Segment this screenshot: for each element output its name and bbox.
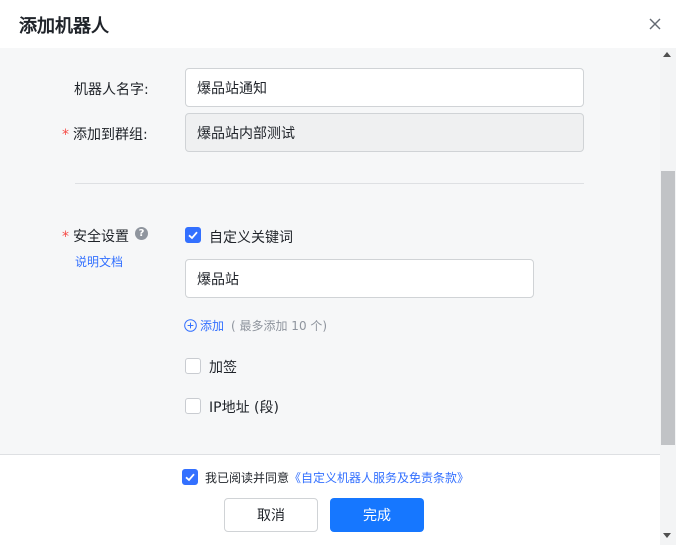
keyword-option-label: 自定义关键词	[209, 230, 293, 246]
keyword-input[interactable]: 爆品站	[185, 259, 534, 298]
cancel-button[interactable]: 取消	[224, 498, 318, 532]
add-keyword-hint: ( 最多添加 10 个)	[231, 319, 328, 333]
doc-link[interactable]: 说明文档	[75, 253, 123, 270]
group-field: 爆品站内部测试	[185, 113, 584, 152]
scroll-up-icon[interactable]	[663, 52, 671, 57]
close-icon[interactable]	[644, 13, 666, 35]
dialog-body: 机器人名字: 爆品站通知 * 添加到群组: 爆品站内部测试 * 安全设置 ? 说明文…	[0, 48, 660, 454]
keyword-checkbox[interactable]	[185, 227, 201, 243]
section-divider	[75, 183, 584, 184]
required-mark: *	[62, 229, 69, 245]
add-keyword-button[interactable]: 添加	[184, 316, 224, 334]
confirm-button[interactable]: 完成	[330, 498, 424, 532]
group-label: * 添加到群组:	[62, 124, 148, 144]
add-keyword-label: 添加	[200, 318, 225, 333]
group-label-text: 添加到群组:	[73, 127, 148, 143]
dialog-header: 添加机器人	[0, 0, 676, 48]
plus-circle-icon	[184, 318, 197, 332]
scrollbar-thumb[interactable]	[661, 171, 675, 445]
terms-link[interactable]: 《自定义机器人服务及免责条款》	[289, 471, 469, 485]
question-circle-icon[interactable]: ?	[135, 227, 148, 240]
sign-checkbox[interactable]	[185, 358, 201, 374]
sign-option-label: 加签	[209, 360, 237, 376]
required-mark: *	[62, 127, 69, 143]
scroll-down-icon[interactable]	[663, 533, 671, 538]
check-icon	[185, 473, 195, 482]
agree-checkbox[interactable]	[182, 469, 198, 485]
dialog-footer: 我已阅读并同意《自定义机器人服务及免责条款》 取消 完成	[0, 454, 660, 545]
ip-option-label: IP地址 (段)	[209, 400, 279, 416]
dialog-title: 添加机器人	[19, 16, 109, 37]
agree-prefix: 我已阅读并同意	[205, 471, 290, 485]
bot-name-label: 机器人名字:	[74, 82, 149, 98]
bot-name-input[interactable]: 爆品站通知	[185, 68, 584, 107]
check-icon	[188, 231, 198, 240]
add-bot-dialog: 添加机器人 机器人名字: 爆品站通知 * 添加到群组: 爆品站内部测试 * 安全设置…	[0, 0, 676, 545]
security-label: * 安全设置	[62, 226, 129, 246]
security-label-text: 安全设置	[73, 229, 129, 245]
ip-checkbox[interactable]	[185, 398, 201, 414]
agree-text: 我已阅读并同意《自定义机器人服务及免责条款》	[205, 469, 469, 486]
